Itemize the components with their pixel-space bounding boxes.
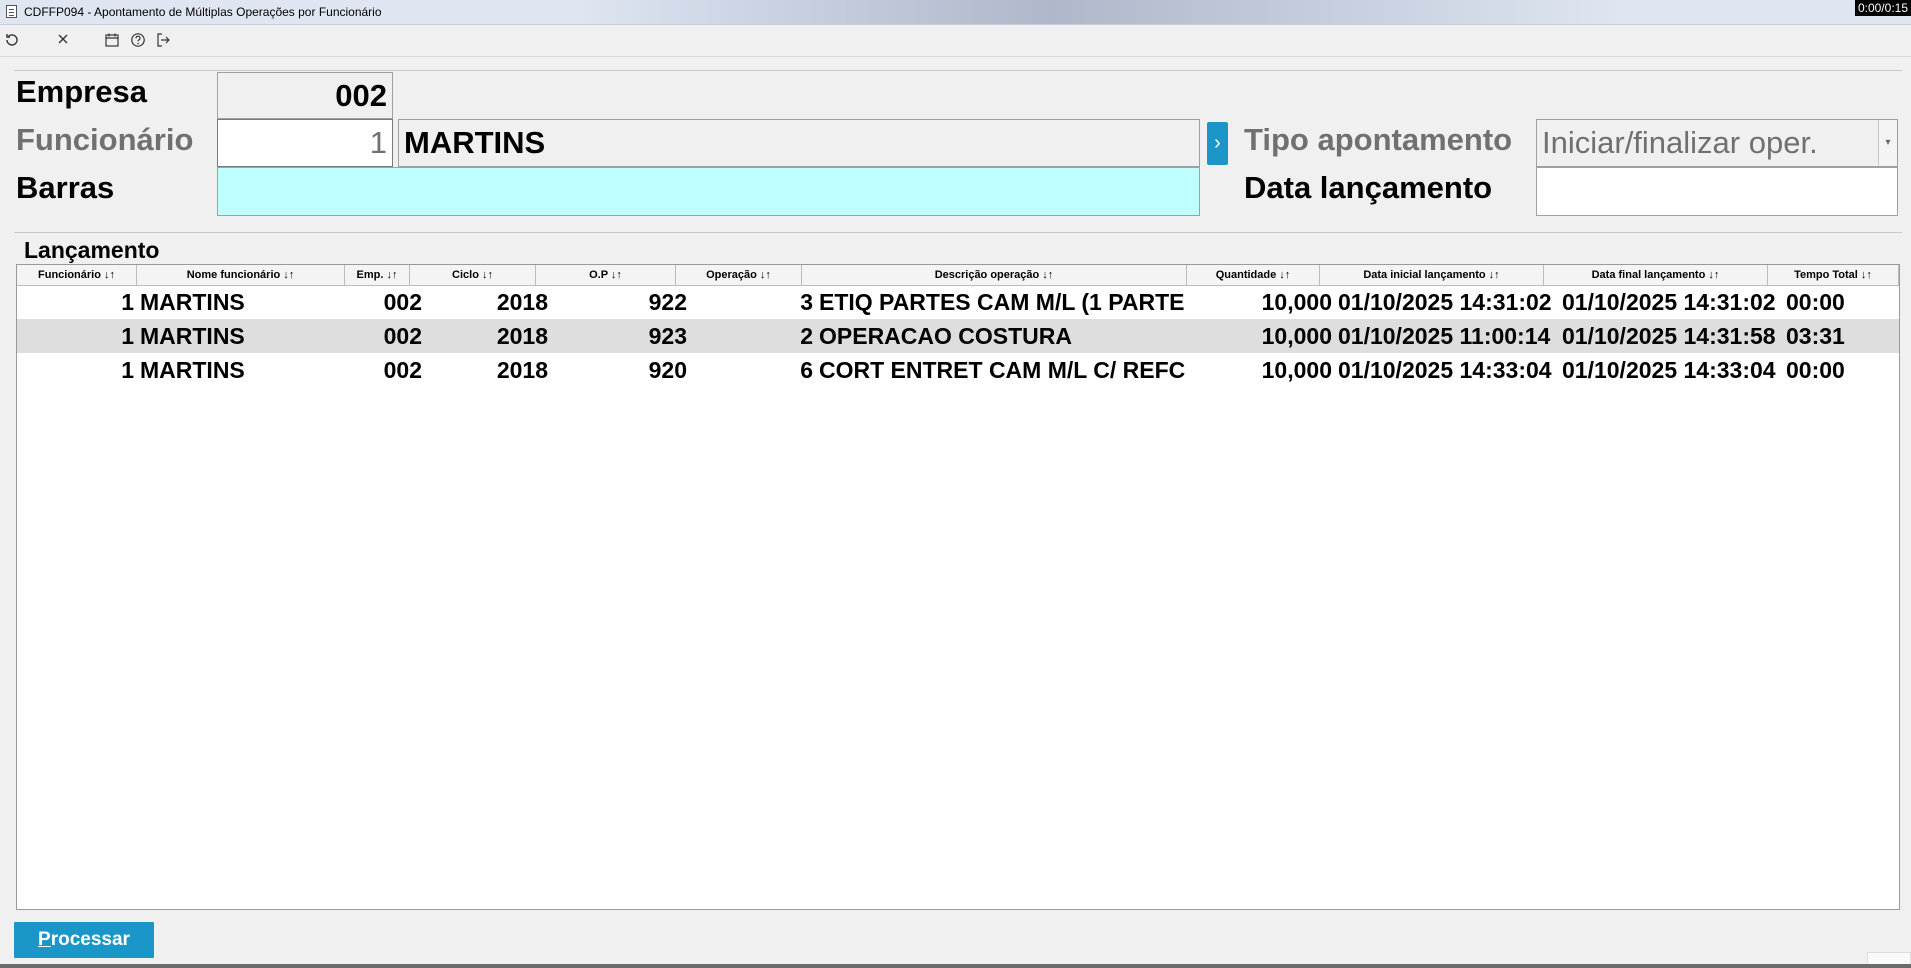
cell-emp: 002 [383,323,422,349]
funcionario-code-field[interactable]: 1 [217,119,393,167]
cell-tempo-total: 00:00 [1786,289,1845,315]
processar-button[interactable]: Processar [14,922,154,958]
cell-data-final: 01/10/2025 14:31:58 [1562,323,1776,349]
table-row[interactable]: 1 MARTINS 002 2018 923 2 OPERACAO COSTUR… [17,319,1899,353]
barras-label: Barras [16,170,115,205]
cell-nome-funcionario: MARTINS [140,289,245,315]
chevron-down-icon[interactable]: ▾ [1878,120,1897,166]
cell-ciclo: 2018 [496,323,548,349]
cell-emp: 002 [383,289,422,315]
window-bottom-border [0,964,1911,968]
tipo-apontamento-value: Iniciar/finalizar oper. [1542,125,1818,160]
cell-ciclo: 2018 [496,289,548,315]
processar-label: rocessar [50,929,130,950]
cell-operacao: 2 [800,323,813,349]
cell-data-final: 01/10/2025 14:33:04 [1562,357,1776,383]
cell-funcionario: 1 [121,289,134,315]
cell-operacao: 6 [800,357,813,383]
cell-ciclo: 2018 [496,357,548,383]
cell-descricao-operacao: CORT ENTRET CAM M/L C/ REFC [819,357,1186,383]
cell-tempo-total: 03:31 [1786,323,1845,349]
empresa-label: Empresa [16,74,147,109]
exit-icon[interactable] [154,32,172,50]
lancamento-grid[interactable]: Funcionário ↓↑ Nome funcionário ↓↑ Emp. … [16,264,1900,910]
column-header-data-final[interactable]: Data final lançamento ↓↑ [1544,265,1768,285]
timer-badge: 0:00/0:15 [1854,0,1911,16]
cell-data-inicial: 01/10/2025 14:31:02 [1338,289,1552,315]
help-icon[interactable] [129,32,147,50]
processar-accelerator: P [38,929,51,950]
toolbar [0,25,1911,57]
cell-funcionario: 1 [121,357,134,383]
column-header-data-inicial[interactable]: Data inicial lançamento ↓↑ [1320,265,1544,285]
cell-funcionario: 1 [121,323,134,349]
column-header-nome-funcionario[interactable]: Nome funcionário ↓↑ [137,265,345,285]
cell-data-inicial: 01/10/2025 14:33:04 [1338,357,1552,383]
empresa-field[interactable]: 002 [217,72,393,119]
column-header-operacao[interactable]: Operação ↓↑ [676,265,802,285]
window-title-bar: CDFFP094 - Apontamento de Múltiplas Oper… [0,0,1911,25]
cell-op: 923 [648,323,687,349]
column-header-tempo-total[interactable]: Tempo Total ↓↑ [1768,265,1899,285]
cell-tempo-total: 00:00 [1786,357,1845,383]
funcionario-name-field: MARTINS [398,119,1200,167]
cell-nome-funcionario: MARTINS [140,323,245,349]
lancamento-section-title: Lançamento [24,237,160,263]
tipo-apontamento-select[interactable]: Iniciar/finalizar oper. ▾ [1536,119,1898,167]
form-divider [14,70,1902,71]
cell-nome-funcionario: MARTINS [140,357,245,383]
column-header-ciclo[interactable]: Ciclo ↓↑ [410,265,536,285]
cell-quantidade: 10,000 [1261,289,1332,315]
table-row[interactable]: 1 MARTINS 002 2018 922 3 ETIQ PARTES CAM… [17,285,1899,319]
column-header-descricao-operacao[interactable]: Descrição operação ↓↑ [802,265,1187,285]
close-icon[interactable] [54,32,72,50]
refresh-icon[interactable] [3,32,21,50]
app-document-icon [6,5,17,18]
column-header-op[interactable]: O.P ↓↑ [536,265,676,285]
window-title: CDFFP094 - Apontamento de Múltiplas Oper… [24,5,382,19]
section-divider [14,232,1902,233]
barras-input[interactable] [217,167,1200,216]
cell-descricao-operacao: OPERACAO COSTURA [819,323,1073,349]
cell-emp: 002 [383,357,422,383]
grid-header: Funcionário ↓↑ Nome funcionário ↓↑ Emp. … [17,265,1899,286]
data-lancamento-field[interactable] [1536,167,1898,216]
cell-descricao-operacao: ETIQ PARTES CAM M/L (1 PARTE [819,289,1185,315]
calendar-icon[interactable] [103,32,121,50]
data-lancamento-label: Data lançamento [1244,170,1493,205]
column-header-emp[interactable]: Emp. ↓↑ [345,265,410,285]
cell-data-final: 01/10/2025 14:31:02 [1562,289,1776,315]
cell-operacao: 3 [800,289,813,315]
table-row[interactable]: 1 MARTINS 002 2018 920 6 CORT ENTRET CAM… [17,353,1899,387]
funcionario-label: Funcionário [16,122,194,157]
column-header-funcionario[interactable]: Funcionário ↓↑ [17,265,137,285]
cell-quantidade: 10,000 [1261,323,1332,349]
cell-op: 920 [648,357,687,383]
cell-op: 922 [648,289,687,315]
funcionario-lookup-button[interactable]: › [1207,122,1228,165]
column-header-quantidade[interactable]: Quantidade ↓↑ [1187,265,1320,285]
cell-quantidade: 10,000 [1261,357,1332,383]
tipo-apontamento-label: Tipo apontamento [1244,122,1513,157]
cell-data-inicial: 01/10/2025 11:00:14 [1338,323,1551,349]
